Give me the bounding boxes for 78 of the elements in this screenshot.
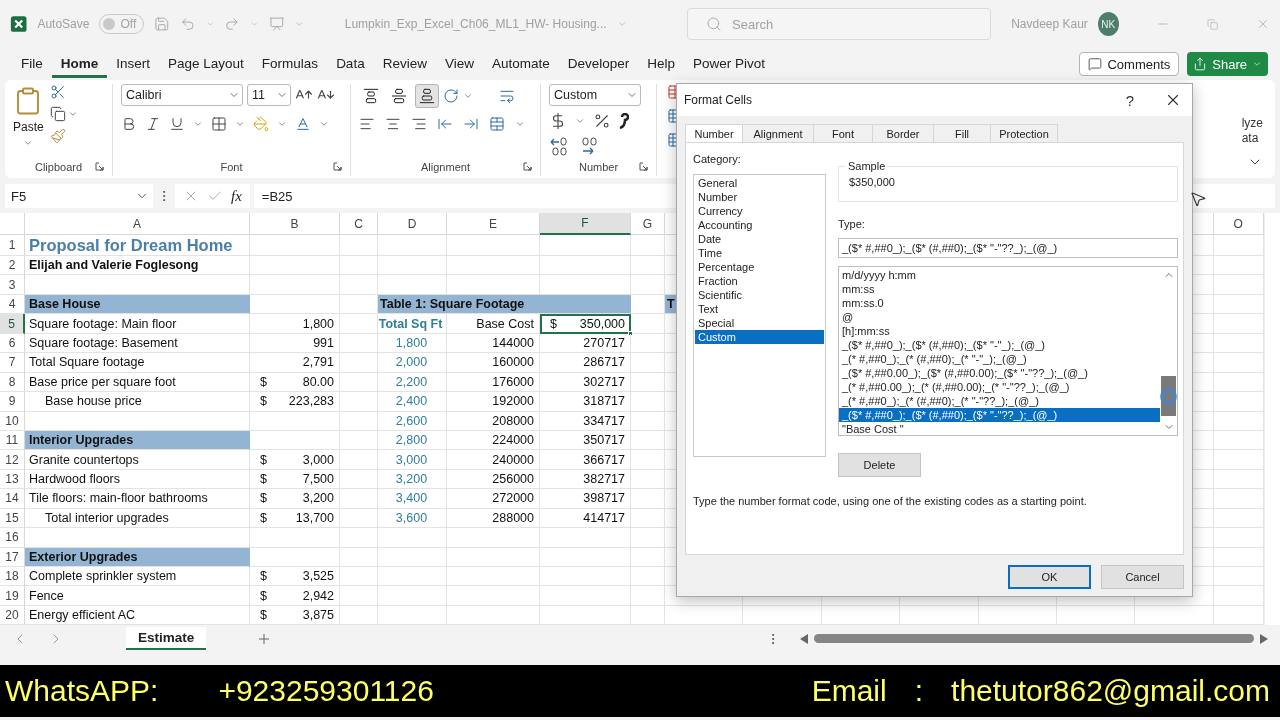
- sheet-cell: Base House: [25, 294, 250, 315]
- group-label: Clipboard: [34, 161, 83, 173]
- category-label: Category:: [693, 153, 741, 165]
- sheet-cell: Base house price: [25, 392, 250, 412]
- sheet-cell: Square footage: Basement: [25, 333, 250, 354]
- phone-number: +923259301126: [218, 674, 434, 709]
- type-label: Type:: [838, 218, 865, 230]
- sheet-cell: 1,800: [250, 314, 340, 334]
- sheet-cell: 2,200: [378, 372, 447, 393]
- sheet-cell: Exterior Upgrades: [25, 547, 250, 567]
- sheet-cell: Total interior upgrades: [25, 508, 250, 529]
- sheet-cell: 2,800: [378, 430, 447, 451]
- sheet-cell: Base Cost: [447, 314, 540, 334]
- sheet-cell: Proposal for Dream Home: [25, 235, 250, 256]
- sheet-cell: 2,000: [378, 353, 447, 373]
- sheet-cell: Tile floors: main-floor bathrooms: [25, 489, 250, 509]
- sheet-cell: 302717: [540, 372, 631, 393]
- sheet-cell: Hardwood floors: [25, 469, 250, 490]
- sheet-cell: $ 2,942: [250, 586, 340, 606]
- sheet-cell: 2,600: [378, 411, 447, 431]
- sheet-cell: 3,400: [378, 489, 447, 509]
- sheet-cell: Total Sq Ft: [378, 314, 447, 334]
- sample-value: $350,000: [849, 176, 895, 188]
- sheet-cell: Interior Upgrades: [25, 430, 250, 451]
- sheet-cell: 176000: [447, 372, 540, 393]
- sheet-cell: 144000: [447, 333, 540, 354]
- sheet-cell: Elijah and Valerie Foglesong: [25, 256, 250, 276]
- sheet-cell: 318717: [540, 392, 631, 412]
- sheet-cell: Square footage: Main floor: [25, 314, 250, 334]
- sheet-cell: 414717: [540, 508, 631, 529]
- sheet-cell: $ 80.00: [250, 372, 340, 393]
- sheet-cell: Granite countertops: [25, 450, 250, 470]
- sheet-cell: 382717: [540, 469, 631, 490]
- sheet-cell: Fence: [25, 586, 250, 606]
- sheet-cell: 208000: [447, 411, 540, 431]
- sheet-cell: $ 350,000: [540, 314, 631, 334]
- sheet-cell: 398717: [540, 489, 631, 509]
- sheet-cell: 3,000: [378, 450, 447, 470]
- sheet-cell: 288000: [447, 508, 540, 529]
- sheet-cell: 991: [250, 333, 340, 354]
- sample-label: Sample: [847, 160, 887, 172]
- sheet-cell: Total Square footage: [25, 353, 250, 373]
- email-label: Email: [811, 674, 887, 709]
- sheet-cell: 3,200: [378, 469, 447, 490]
- sheet-cell: 1,800: [378, 333, 447, 354]
- sheet-cell: 3,600: [378, 508, 447, 529]
- sheet-cell: 240000: [447, 450, 540, 470]
- group-label: Font: [220, 161, 243, 173]
- sheet-cell: 286717: [540, 353, 631, 373]
- sheet-cell: Complete sprinkler system: [25, 567, 250, 587]
- sheet-cell: 270717: [540, 333, 631, 354]
- user-name: Navdeep Kaur: [1011, 17, 1088, 31]
- sheet-cell: Base price per square foot: [25, 372, 250, 393]
- sheet-cell: Table 1: Square Footage: [378, 294, 631, 315]
- sheet-cell: $ 223,283: [250, 392, 340, 412]
- sheet-cell: 224000: [447, 430, 540, 451]
- sheet-cell: 2,400: [378, 392, 447, 412]
- separator-colon: :: [914, 674, 924, 709]
- sheet-cell: 2,791: [250, 353, 340, 373]
- group-label: Number: [578, 161, 619, 173]
- sheet-cell: 334717: [540, 411, 631, 431]
- sheet-cell: 192000: [447, 392, 540, 412]
- email-address: thetutor862@gmail.com: [951, 674, 1270, 709]
- autosave-label: AutoSave: [37, 17, 90, 31]
- sheet-cell: $ 3,000: [250, 450, 340, 470]
- sheet-cell: 160000: [447, 353, 540, 373]
- sheet-cell: 366717: [540, 450, 631, 470]
- group-label: Alignment: [421, 161, 470, 173]
- sheet-cell: 272000: [447, 489, 540, 509]
- sheet-cell: 350717: [540, 430, 631, 451]
- sheet-cell: $ 3,200: [250, 489, 340, 509]
- sheet-cell: $ 3,525: [250, 567, 340, 587]
- hint-text: Type the number format code, using one of the existing codes as a starting point.: [693, 495, 1088, 507]
- dialog-title: Format Cells: [684, 93, 753, 107]
- sheet-cell: $ 13,700: [250, 508, 340, 529]
- whatsapp-label: WhatsAPP:: [5, 674, 159, 709]
- sheet-cell: 256000: [447, 469, 540, 490]
- sheet-cell: $ 7,500: [250, 469, 340, 490]
